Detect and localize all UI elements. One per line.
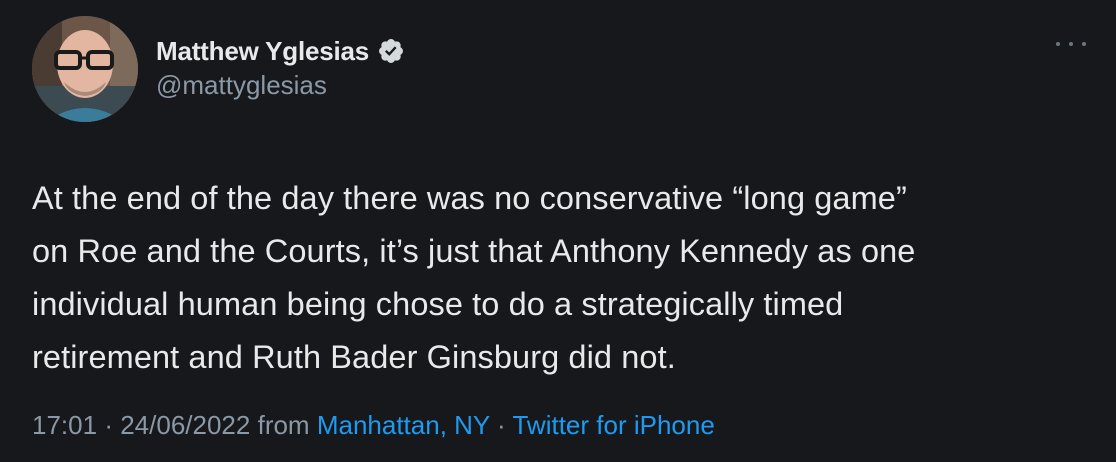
display-name[interactable]: Matthew Yglesias [156,36,369,67]
source-link[interactable]: Twitter for iPhone [512,410,714,440]
tweet-time[interactable]: 17:01 [32,410,97,440]
tweet-text: At the end of the day there was no conse… [32,172,1092,384]
tweet-card: Matthew Yglesias @mattyglesias At the en… [0,0,1116,462]
handle[interactable]: @mattyglesias [156,70,405,101]
from-label: from [257,410,310,440]
meta-separator: · [104,410,113,440]
meta-separator: · [497,410,506,440]
more-dot [1056,42,1060,46]
tweet-text-line: on Roe and the Courts, it’s just that An… [32,233,916,269]
tweet-date[interactable]: 24/06/2022 [120,410,250,440]
name-row: Matthew Yglesias [156,34,405,68]
more-dot [1082,42,1086,46]
verified-badge-icon [377,37,405,65]
author-block: Matthew Yglesias @mattyglesias [156,34,405,101]
avatar-image [32,16,138,122]
tweet-text-line: retirement and Ruth Bader Ginsburg did n… [32,339,676,375]
location-link[interactable]: Manhattan, NY [317,410,490,440]
avatar[interactable] [32,16,138,122]
tweet-text-line: At the end of the day there was no conse… [32,180,907,216]
more-options-icon[interactable] [1056,34,1086,54]
more-dot [1069,42,1073,46]
tweet-text-line: individual human being chose to do a str… [32,286,844,322]
tweet-meta: 17:01 · 24/06/2022 from Manhattan, NY · … [32,410,715,441]
